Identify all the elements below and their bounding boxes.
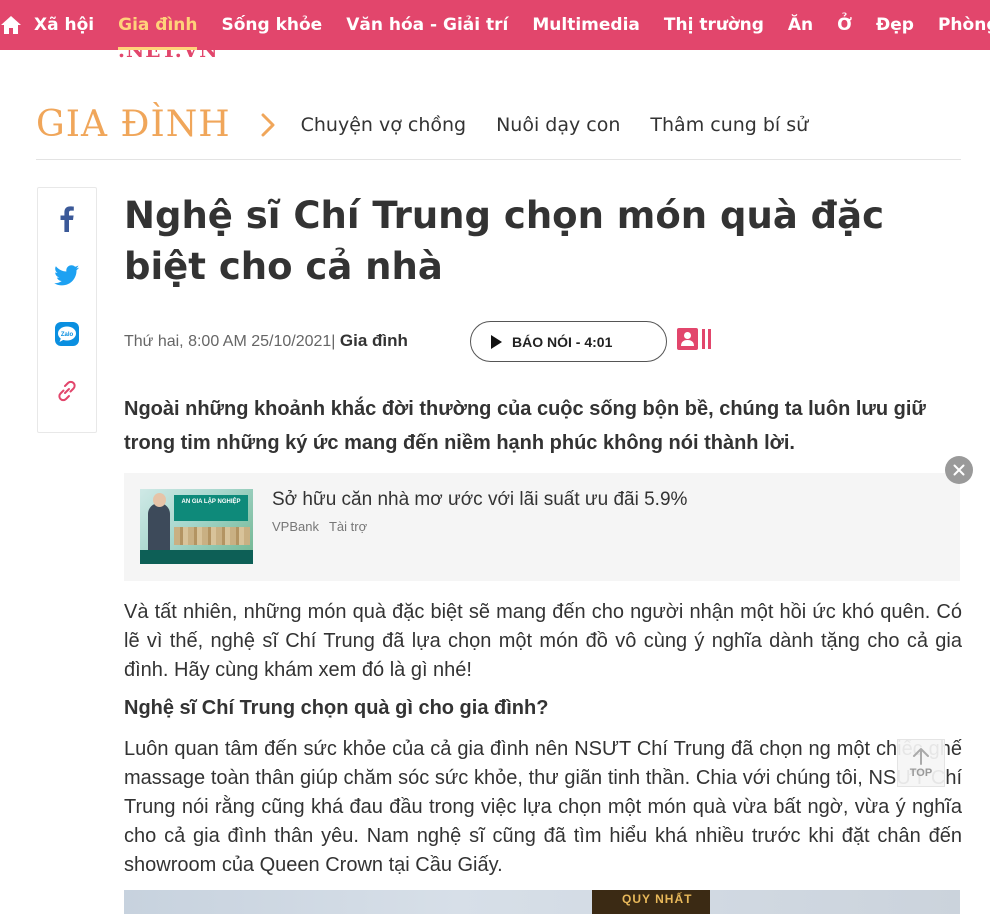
nav-item-dep[interactable]: Đẹp <box>864 0 926 50</box>
nav-item-an[interactable]: Ăn <box>776 0 825 50</box>
svg-text:Zalo: Zalo <box>61 332 74 338</box>
top-navigation: Xã hội Gia đình Sống khỏe Văn hóa - Giải… <box>0 0 990 50</box>
audio-play-button[interactable]: BÁO NÓI - 4:01 <box>470 321 667 362</box>
share-zalo-button[interactable]: Zalo <box>47 317 87 351</box>
nav-item-phong[interactable]: Phòng ... <box>926 0 990 50</box>
category-title[interactable]: GIA ĐÌNH <box>36 104 231 145</box>
close-icon <box>953 464 965 476</box>
ad-image-banner: AN GIA LẬP NGHIỆP <box>174 495 248 521</box>
article-meta: Thứ hai, 8:00 AM 25/10/2021| Gia đình <box>124 331 408 351</box>
chevron-right-icon <box>261 113 275 136</box>
arrow-up-icon <box>913 748 929 765</box>
article-photo[interactable]: QUY NHẤT <box>124 890 960 914</box>
subcategory-tham-cung-bi-su[interactable]: Thâm cung bí sử <box>650 114 808 136</box>
ad-title[interactable]: Sở hữu căn nhà mơ ước với lãi suất ưu đã… <box>272 489 687 511</box>
ad-advertiser: VPBank <box>272 519 319 534</box>
copy-link-button[interactable] <box>47 375 87 409</box>
ad-meta: VPBank Tài trợ <box>272 519 367 534</box>
article-sapo: Ngoài những khoảnh khắc đời thường của c… <box>124 398 926 454</box>
play-icon <box>491 334 502 349</box>
link-icon <box>58 381 76 402</box>
article-subheading: Nghệ sĩ Chí Trung chọn quà gì cho gia đì… <box>124 697 549 719</box>
home-icon <box>1 16 21 34</box>
reader-mode-icon[interactable] <box>677 328 713 350</box>
site-logo-text: .NET.VN <box>118 50 240 58</box>
ad-sponsored-label: Tài trợ <box>328 519 368 534</box>
nav-item-thi-truong[interactable]: Thị trường <box>652 0 776 50</box>
nav-item-van-hoa-giai-tri[interactable]: Văn hóa - Giải trí <box>334 0 520 50</box>
home-button[interactable] <box>0 0 22 50</box>
nav-item-multimedia[interactable]: Multimedia <box>520 0 652 50</box>
photo-sign-text: QUY NHẤT <box>622 892 693 906</box>
facebook-icon <box>60 206 74 232</box>
article-paragraph: Và tất nhiên, những món quà đặc biệt sẽ … <box>124 601 962 681</box>
article-paragraph: Luôn quan tâm đến sức khỏe của cả gia đì… <box>124 738 962 876</box>
share-facebook-button[interactable] <box>47 202 87 236</box>
share-twitter-button[interactable] <box>47 260 87 294</box>
nav-item-xa-hoi[interactable]: Xã hội <box>22 0 106 50</box>
nav-item-o[interactable]: Ở <box>825 0 864 50</box>
site-logo[interactable]: .NET.VN <box>118 50 240 58</box>
back-to-top-label: TOP <box>909 767 933 779</box>
meta-separator: | <box>331 333 336 350</box>
ad-close-button[interactable] <box>945 456 973 484</box>
ad-image-city <box>174 527 250 545</box>
twitter-icon <box>54 265 79 286</box>
ad-image[interactable]: AN GIA LẬP NGHIỆP <box>140 489 253 564</box>
ad-image-footer <box>140 550 253 564</box>
category-bar: GIA ĐÌNH Chuyện vợ chồng Nuôi dạy con Th… <box>36 96 961 160</box>
publish-date: Thứ hai, 8:00 AM 25/10/2021 <box>124 333 332 350</box>
audio-label: BÁO NÓI - 4:01 <box>512 333 613 350</box>
nav-item-song-khoe[interactable]: Sống khỏe <box>209 0 334 50</box>
zalo-icon: Zalo <box>55 321 79 346</box>
ad-image-person <box>148 493 170 553</box>
share-bar: Zalo <box>37 187 97 433</box>
subcategory-chuyen-vo-chong[interactable]: Chuyện vợ chồng <box>301 114 467 136</box>
photo-sign: QUY NHẤT <box>592 890 710 914</box>
article-headline: Nghệ sĩ Chí Trung chọn món quà đặc biệt … <box>124 194 885 288</box>
nav-item-gia-dinh[interactable]: Gia đình <box>106 0 209 50</box>
sponsored-ad[interactable]: AN GIA LẬP NGHIỆP Sở hữu căn nhà mơ ước … <box>124 473 960 581</box>
meta-category-link[interactable]: Gia đình <box>340 331 408 350</box>
subcategory-nuoi-day-con[interactable]: Nuôi dạy con <box>496 114 620 136</box>
back-to-top-button[interactable]: TOP <box>897 739 945 787</box>
